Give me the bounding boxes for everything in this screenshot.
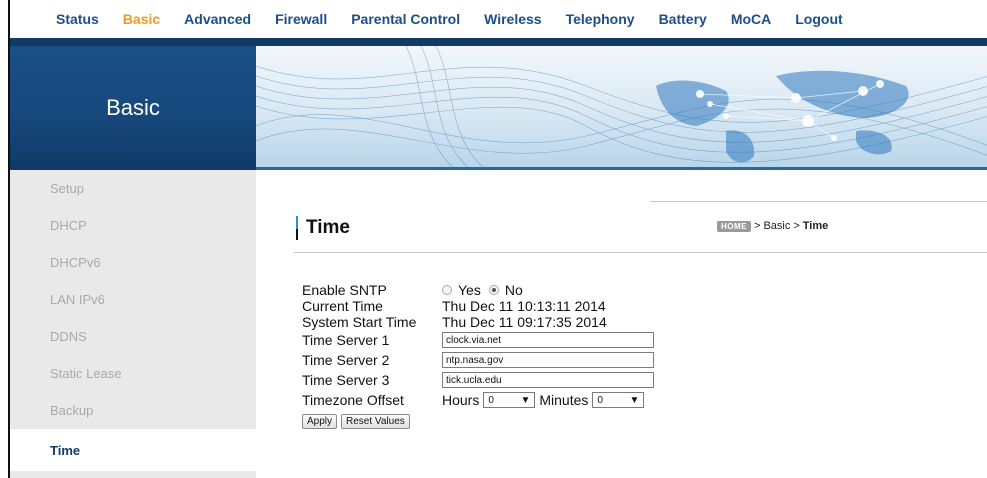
time-settings-form: Enable SNTP Yes No Current Time Thu Dec … — [302, 282, 654, 429]
form-buttons: Apply Reset Values — [302, 414, 654, 429]
hours-label: Hours — [442, 392, 480, 408]
top-navigation: Status Basic Advanced Firewall Parental … — [10, 0, 987, 38]
breadcrumb-separator: > — [793, 220, 800, 232]
breadcrumb-section[interactable]: Basic — [763, 220, 790, 232]
sidebar-item-lan-ipv6[interactable]: LAN IPv6 — [10, 281, 256, 318]
world-map-banner-image — [256, 46, 987, 170]
sidebar-item-setup[interactable]: Setup — [10, 170, 256, 207]
time-server-3-input[interactable] — [442, 372, 654, 388]
sidebar: Setup DHCP DHCPv6 LAN IPv6 DDNS Static L… — [10, 170, 256, 478]
system-start-time-label: System Start Time — [302, 314, 417, 330]
section-banner-title: Basic — [106, 95, 160, 120]
minutes-label: Minutes — [539, 392, 589, 408]
minutes-select[interactable]: 0 ▼ — [592, 392, 645, 408]
nav-logout[interactable]: Logout — [795, 11, 842, 27]
enable-sntp-row: Enable SNTP Yes No — [302, 282, 654, 298]
time-server-2-input[interactable] — [442, 352, 654, 368]
dropdown-arrow-icon: ▼ — [520, 394, 531, 406]
minutes-value: 0 — [597, 394, 603, 406]
time-server-1-input[interactable] — [442, 332, 654, 348]
sntp-yes-label: Yes — [458, 282, 481, 298]
header-rule-bottom — [294, 252, 987, 253]
time-server-1-label: Time Server 1 — [302, 332, 390, 348]
system-start-time-value: Thu Dec 11 09:17:35 2014 — [442, 314, 607, 330]
nav-wireless[interactable]: Wireless — [484, 11, 541, 27]
time-server-3-row: Time Server 3 — [302, 372, 654, 388]
hours-select[interactable]: 0 ▼ — [483, 392, 536, 408]
nav-basic[interactable]: Basic — [123, 11, 160, 27]
time-server-2-row: Time Server 2 — [302, 352, 654, 368]
radio-off-icon[interactable] — [442, 285, 452, 295]
current-time-value: Thu Dec 11 10:13:11 2014 — [442, 298, 606, 314]
time-server-1-row: Time Server 1 — [302, 332, 654, 348]
header-rule-top — [650, 201, 987, 202]
sidebar-item-ddns[interactable]: DDNS — [10, 318, 256, 355]
sntp-yes-radio[interactable]: Yes — [442, 282, 481, 298]
nav-battery[interactable]: Battery — [659, 11, 707, 27]
timezone-offset-row: Timezone Offset Hours 0 ▼ Minutes 0 ▼ — [302, 392, 654, 408]
nav-parental-control[interactable]: Parental Control — [351, 11, 460, 27]
sidebar-item-static-lease[interactable]: Static Lease — [10, 355, 256, 392]
world-map-graphic — [256, 46, 987, 167]
time-server-2-label: Time Server 2 — [302, 352, 390, 368]
title-accent-bar — [296, 216, 298, 240]
sntp-no-radio[interactable]: No — [488, 282, 523, 298]
current-time-label: Current Time — [302, 298, 383, 314]
nav-moca[interactable]: MoCA — [731, 11, 771, 27]
nav-telephony[interactable]: Telephony — [566, 11, 635, 27]
timezone-offset-label: Timezone Offset — [302, 392, 404, 408]
sidebar-item-time[interactable]: Time — [10, 429, 256, 471]
breadcrumb-separator: > — [754, 220, 761, 232]
page-title: Time — [296, 216, 350, 240]
radio-on-icon[interactable] — [488, 285, 499, 295]
nav-firewall[interactable]: Firewall — [275, 11, 327, 27]
nav-status[interactable]: Status — [56, 11, 99, 27]
reset-values-button[interactable]: Reset Values — [341, 414, 410, 429]
page-title-text: Time — [306, 217, 351, 238]
section-banner: Basic — [10, 46, 256, 170]
breadcrumb: HOME > Basic > Time — [717, 220, 828, 232]
system-start-time-row: System Start Time Thu Dec 11 09:17:35 20… — [302, 314, 654, 330]
apply-button[interactable]: Apply — [302, 414, 338, 429]
current-time-row: Current Time Thu Dec 11 10:13:11 2014 — [302, 298, 654, 314]
breadcrumb-current: Time — [802, 220, 829, 232]
sidebar-item-dhcp[interactable]: DHCP — [10, 207, 256, 244]
home-icon[interactable]: HOME — [717, 220, 751, 232]
nav-advanced[interactable]: Advanced — [184, 11, 251, 27]
nav-divider-strip — [10, 38, 987, 46]
dropdown-arrow-icon: ▼ — [629, 394, 640, 406]
hours-value: 0 — [488, 394, 494, 406]
sidebar-item-dhcpv6[interactable]: DHCPv6 — [10, 244, 256, 281]
main-content: Time HOME > Basic > Time Enable SNTP Yes… — [256, 170, 987, 478]
sidebar-item-backup[interactable]: Backup — [10, 392, 256, 429]
enable-sntp-label: Enable SNTP — [302, 282, 387, 298]
router-web-ui: Status Basic Advanced Firewall Parental … — [8, 0, 987, 478]
sntp-no-label: No — [504, 282, 523, 298]
time-server-3-label: Time Server 3 — [302, 372, 390, 388]
